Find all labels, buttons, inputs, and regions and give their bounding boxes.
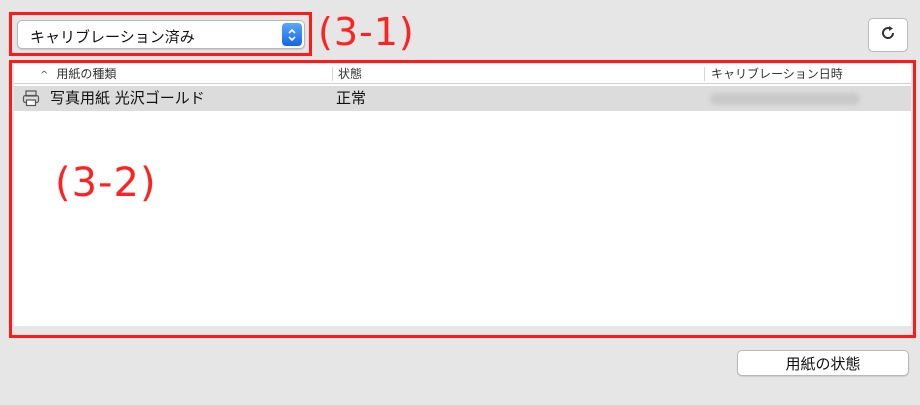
refresh-button[interactable] (868, 18, 908, 52)
calibration-panel: キャリブレーション済み (3-1) ^ 用紙の種類 状態 キャリブレーション日時… (0, 0, 920, 405)
callout-label-top: (3-1) (318, 10, 415, 54)
callout-box-dropdown (9, 12, 312, 56)
callout-label-table: (3-2) (55, 160, 157, 206)
refresh-icon (878, 23, 898, 47)
paper-status-button[interactable]: 用紙の状態 (737, 350, 909, 376)
